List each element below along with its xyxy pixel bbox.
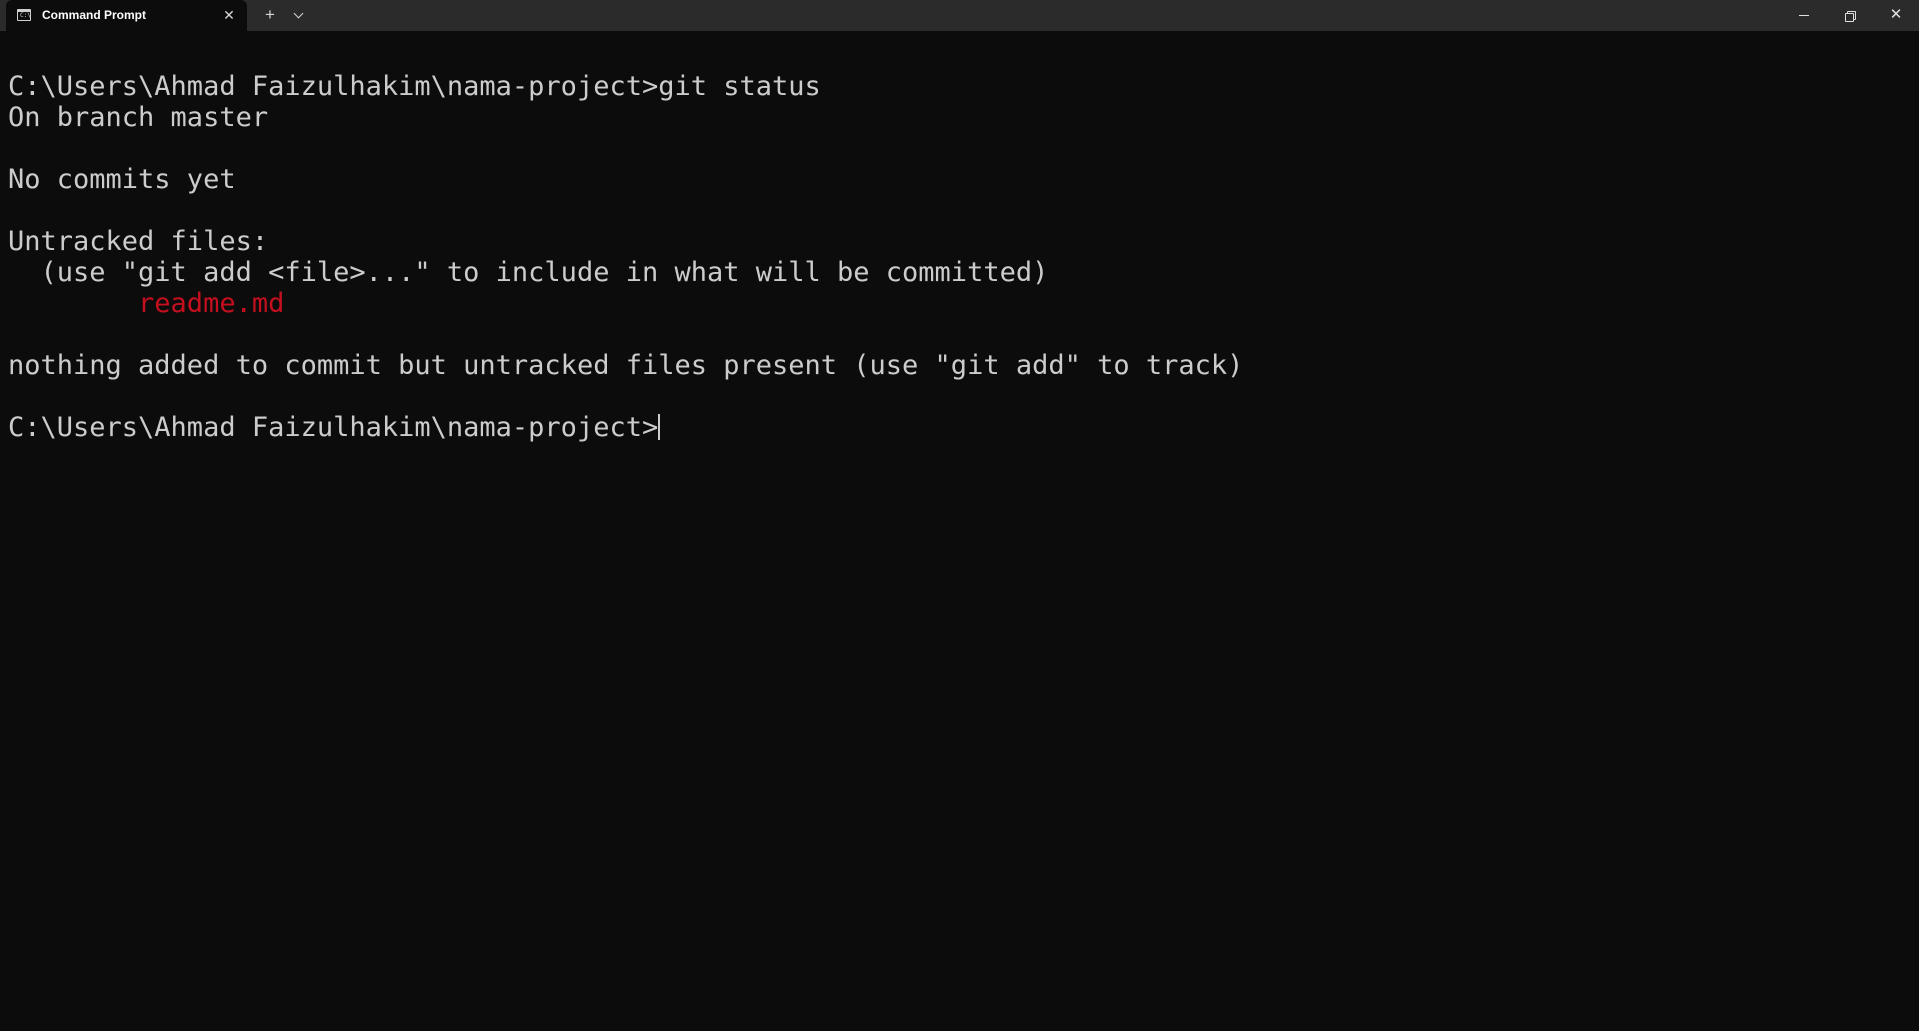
close-icon: ✕ [1889, 6, 1903, 23]
minimize-button[interactable] [1781, 0, 1827, 31]
tab-title: Command Prompt [42, 8, 147, 22]
restore-button[interactable] [1827, 0, 1873, 31]
command-prompt-icon-text: C:\ [20, 12, 31, 19]
tab-dropdown-button[interactable] [288, 4, 310, 26]
title-bar: C:\ Command Prompt ✕ + ✕ [0, 0, 1919, 31]
untracked-file-line: readme.md [8, 288, 285, 319]
restore-icon-front [1845, 13, 1854, 22]
close-window-button[interactable]: ✕ [1873, 0, 1919, 31]
terminal-window: C:\ Command Prompt ✕ + ✕ C:\Users\Ahmad … [0, 0, 1919, 1031]
untracked-header-line: Untracked files: [8, 226, 269, 257]
new-tab-button[interactable]: + [259, 4, 281, 26]
prompt-text: C:\Users\Ahmad Faizulhakim\nama-project> [8, 412, 659, 443]
chevron-down-icon [293, 8, 304, 19]
text-cursor [658, 414, 661, 440]
hint-line: (use "git add <file>..." to include in w… [8, 257, 1049, 288]
branch-line: On branch master [8, 102, 269, 133]
prompt-command-line: C:\Users\Ahmad Faizulhakim\nama-project>… [8, 71, 821, 102]
summary-line: nothing added to commit but untracked fi… [8, 350, 1244, 381]
current-prompt-line[interactable]: C:\Users\Ahmad Faizulhakim\nama-project> [8, 412, 661, 443]
tab-command-prompt[interactable]: C:\ Command Prompt ✕ [6, 0, 247, 31]
terminal-output[interactable]: C:\Users\Ahmad Faizulhakim\nama-project>… [0, 31, 1919, 1031]
command-prompt-icon: C:\ [17, 9, 31, 21]
no-commits-line: No commits yet [8, 164, 236, 195]
tab-close-icon[interactable]: ✕ [219, 5, 239, 25]
minimize-icon [1799, 15, 1809, 16]
